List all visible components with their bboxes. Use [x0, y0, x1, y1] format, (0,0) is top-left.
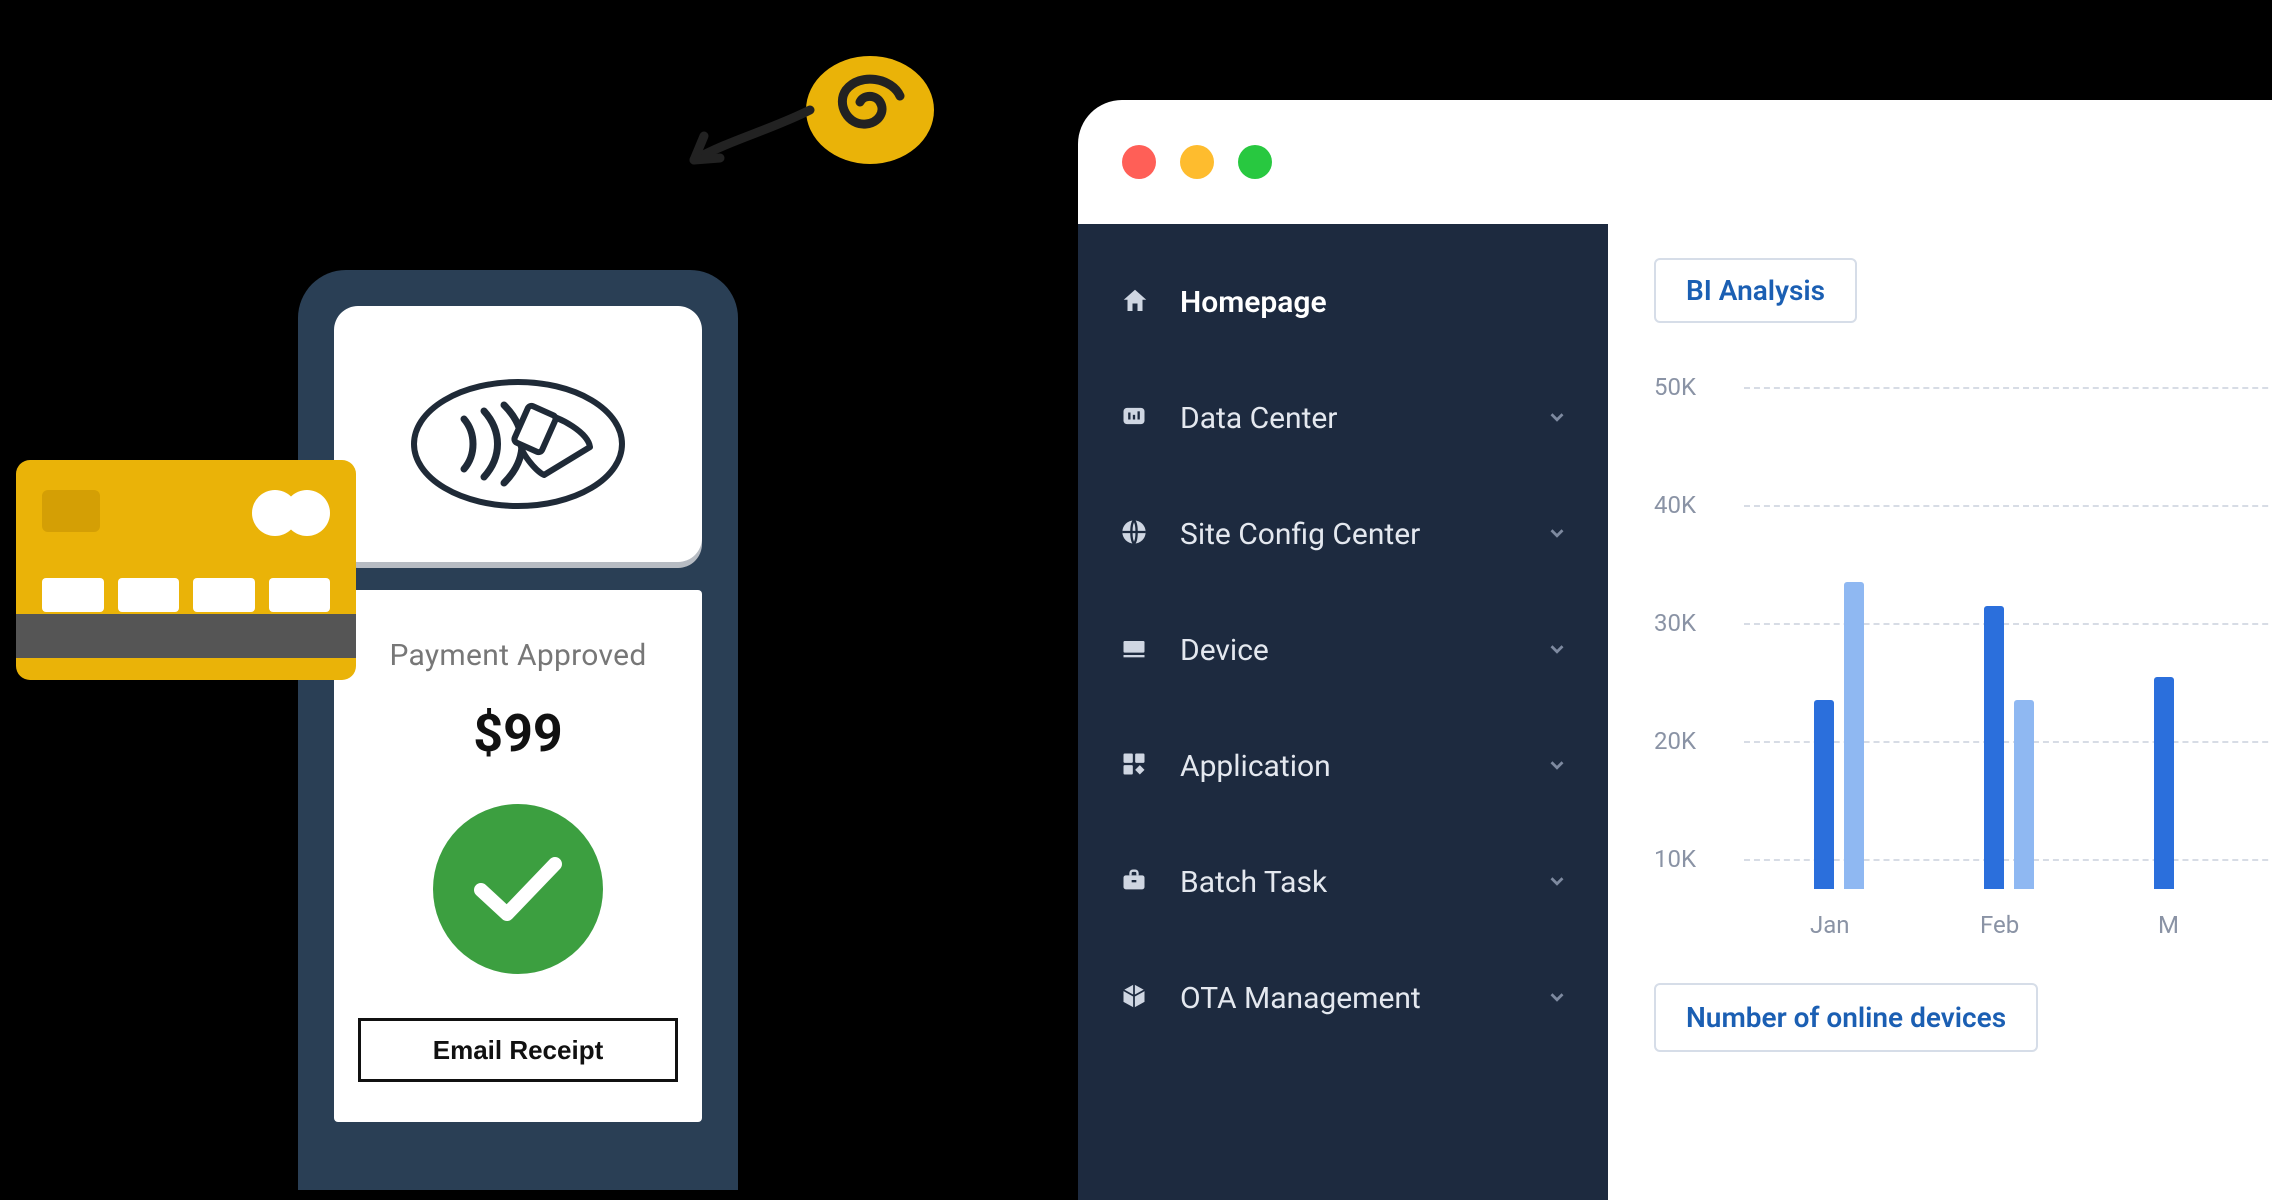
main-content: BI Analysis 50K 40K 30K 20K 10K Jan: [1608, 224, 2272, 1200]
window-zoom-button[interactable]: [1238, 145, 1272, 179]
mastercard-logo-icon: [252, 490, 330, 536]
contactless-tap-pad: [334, 306, 702, 562]
sidebar-item-label: Batch Task: [1180, 865, 1546, 900]
tab-bi-analysis[interactable]: BI Analysis: [1654, 258, 1857, 323]
sidebar-nav: Homepage Data Center Site Config Center: [1078, 224, 1608, 1200]
chevron-down-icon: [1546, 633, 1568, 668]
chart-ytick: 20K: [1654, 727, 1696, 755]
credit-card-graphic: [16, 460, 356, 680]
chevron-down-icon: [1546, 865, 1568, 900]
chart-xtick: Feb: [1980, 911, 2019, 939]
sidebar-item-device[interactable]: Device: [1078, 592, 1608, 708]
chevron-down-icon: [1546, 517, 1568, 552]
card-magstripe: [16, 614, 356, 658]
payment-status-label: Payment Approved: [389, 638, 646, 673]
apps-icon: [1120, 750, 1152, 782]
chart-bar: [1814, 700, 1834, 889]
chart-bar: [1984, 606, 2004, 889]
payment-amount: $99: [473, 703, 563, 764]
sidebar-item-homepage[interactable]: Homepage: [1078, 244, 1608, 360]
chart-ytick: 10K: [1654, 845, 1696, 873]
sidebar-item-label: OTA Management: [1180, 981, 1546, 1016]
chart-ytick: 40K: [1654, 491, 1696, 519]
chevron-down-icon: [1546, 981, 1568, 1016]
sidebar-item-label: Application: [1180, 749, 1546, 784]
card-number-placeholder: [42, 578, 330, 612]
window-titlebar: [1078, 100, 2272, 224]
contactless-icon: [408, 369, 628, 499]
window-close-button[interactable]: [1122, 145, 1156, 179]
window-minimize-button[interactable]: [1180, 145, 1214, 179]
chart-xtick: M: [2158, 911, 2179, 939]
browser-window: Homepage Data Center Site Config Center: [1078, 100, 2272, 1200]
cube-icon: [1120, 982, 1152, 1014]
chart-icon: [1120, 402, 1152, 434]
chart-xtick: Jan: [1810, 911, 1850, 939]
chart-bar: [1844, 582, 1864, 889]
decorative-spiral-arrow: [680, 40, 940, 204]
chart-bar: [2014, 700, 2034, 889]
chevron-down-icon: [1546, 401, 1568, 436]
sidebar-item-data-center[interactable]: Data Center: [1078, 360, 1608, 476]
sidebar-item-site-config[interactable]: Site Config Center: [1078, 476, 1608, 592]
chart-ytick: 50K: [1654, 373, 1696, 401]
card-online-devices[interactable]: Number of online devices: [1654, 983, 2038, 1052]
sidebar-item-label: Site Config Center: [1180, 517, 1546, 552]
bi-analysis-chart: 50K 40K 30K 20K 10K Jan Feb: [1654, 373, 2272, 933]
card-chip-icon: [42, 490, 100, 532]
chevron-down-icon: [1546, 749, 1568, 784]
sidebar-item-label: Data Center: [1180, 401, 1546, 436]
pos-screen: Payment Approved $99 Email Receipt: [334, 590, 702, 1122]
home-icon: [1120, 286, 1152, 318]
sidebar-item-application[interactable]: Application: [1078, 708, 1608, 824]
sidebar-item-label: Homepage: [1180, 285, 1568, 320]
globe-icon: [1120, 518, 1152, 550]
sidebar-item-label: Device: [1180, 633, 1546, 668]
success-check-icon: [433, 804, 603, 974]
briefcase-icon: [1120, 866, 1152, 898]
email-receipt-button[interactable]: Email Receipt: [358, 1018, 678, 1082]
device-icon: [1120, 634, 1152, 666]
sidebar-item-ota-management[interactable]: OTA Management: [1078, 940, 1608, 1056]
pos-terminal: Payment Approved $99 Email Receipt: [298, 270, 738, 1190]
chart-bar: [2154, 677, 2174, 889]
chart-ytick: 30K: [1654, 609, 1696, 637]
sidebar-item-batch-task[interactable]: Batch Task: [1078, 824, 1608, 940]
